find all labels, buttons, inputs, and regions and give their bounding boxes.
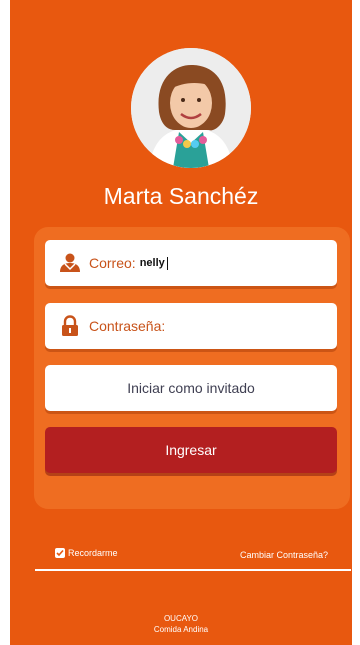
remember-me-option[interactable]: Recordarme bbox=[55, 548, 118, 558]
user-photo-icon bbox=[131, 48, 251, 168]
email-label: Correo: bbox=[89, 255, 136, 271]
person-icon bbox=[59, 252, 81, 274]
text-cursor bbox=[166, 256, 168, 270]
user-name: Marta Sanchéz bbox=[103, 183, 259, 209]
lock-icon bbox=[59, 315, 81, 337]
email-field[interactable]: Correo: nelly bbox=[45, 240, 337, 286]
login-button[interactable]: Ingresar bbox=[45, 427, 337, 473]
email-value: nelly bbox=[139, 257, 165, 269]
divider bbox=[35, 569, 351, 571]
change-password-link[interactable]: Cambiar Contraseña? bbox=[240, 550, 328, 560]
guest-login-button[interactable]: Iniciar como invitado bbox=[45, 365, 337, 411]
login-screen: Marta Sanchéz Correo: nelly Contraseña: … bbox=[10, 0, 352, 645]
remember-me-label: Recordarme bbox=[68, 548, 118, 558]
password-field[interactable]: Contraseña: bbox=[45, 303, 337, 349]
remember-me-checkbox[interactable] bbox=[55, 548, 65, 558]
checkmark-icon bbox=[56, 549, 64, 557]
password-label: Contraseña: bbox=[89, 318, 166, 334]
footer-tagline: Comida Andina bbox=[153, 625, 209, 634]
footer-brand: OUCAYO bbox=[163, 614, 199, 623]
user-avatar bbox=[131, 48, 251, 168]
